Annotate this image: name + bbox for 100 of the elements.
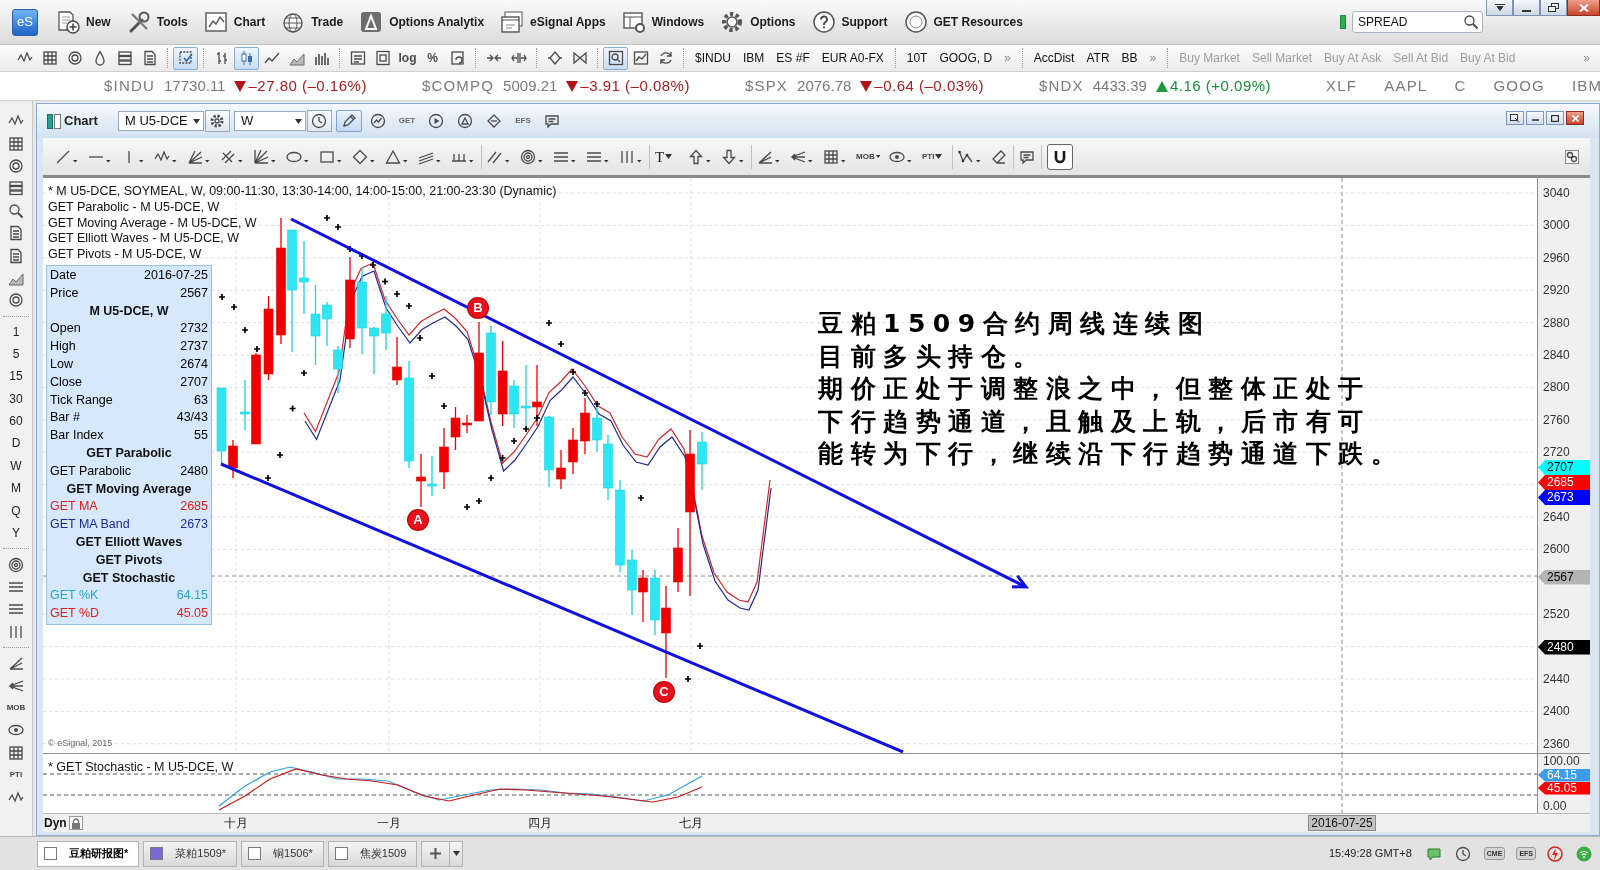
settings-button[interactable] — [204, 110, 230, 132]
menu-item[interactable]: eSignal Apps — [492, 5, 614, 39]
interval-button[interactable]: 1 — [0, 320, 32, 343]
symbol-dropdown[interactable]: M U5-DCE — [117, 111, 204, 131]
close-button[interactable] — [1567, 0, 1600, 16]
rhombus-line-icon[interactable] — [485, 113, 502, 129]
angle-icon[interactable] — [8, 655, 24, 672]
wifi-icon[interactable] — [1576, 845, 1592, 862]
histogram-icon[interactable] — [313, 50, 330, 66]
concentric-circles-icon[interactable] — [8, 556, 24, 573]
restore-button[interactable] — [1506, 111, 1524, 125]
interval-button[interactable]: 15 — [0, 365, 32, 388]
study-link[interactable]: AccDist — [1027, 50, 1081, 66]
toolbar-button[interactable]: % — [420, 46, 445, 70]
play-icon[interactable] — [427, 113, 444, 129]
study-link[interactable]: ATR — [1080, 50, 1116, 66]
refresh-icon[interactable] — [657, 50, 674, 66]
page-refresh-icon[interactable] — [449, 50, 466, 66]
interval-button[interactable]: Y — [0, 522, 32, 545]
fan-grid-icon[interactable] — [253, 148, 277, 165]
link-icon[interactable] — [1564, 148, 1580, 165]
toolbar-button[interactable]: PTI — [922, 147, 946, 166]
collapse-button[interactable] — [1486, 0, 1513, 16]
eraser-icon[interactable] — [991, 148, 1007, 165]
chart-frame-icon[interactable] — [632, 50, 649, 66]
minimize-button[interactable] — [1526, 111, 1544, 125]
ticker-symbol[interactable]: $NDX — [1038, 77, 1084, 95]
chart-tab[interactable]: 铜1506* — [241, 840, 324, 867]
stack-icon[interactable] — [8, 180, 24, 197]
axis-mode-label[interactable]: Dyn — [44, 816, 67, 831]
speech-bubble-icon[interactable] — [1019, 148, 1035, 165]
crossed-lines-icon[interactable] — [220, 148, 244, 165]
ticker-symbol[interactable]: GOOG — [1493, 77, 1545, 95]
arrow-fan-icon[interactable] — [8, 677, 24, 694]
up-arrow-icon[interactable] — [688, 148, 712, 165]
toolbar-button[interactable]: PTI — [0, 763, 32, 787]
menu-item[interactable]: Tools — [118, 5, 196, 39]
toolbar-button[interactable] — [1047, 143, 1073, 170]
chart-tab[interactable]: 豆粕研报图* — [37, 840, 140, 867]
document-icon[interactable] — [141, 50, 158, 66]
page-link[interactable]: GOOG, D — [933, 50, 999, 66]
menu-item[interactable]: Support — [803, 5, 896, 39]
toolbar-button[interactable]: MOB — [0, 696, 32, 720]
menu-item[interactable]: GET Resources — [895, 5, 1031, 39]
toolbar-button[interactable]: MOB — [856, 147, 880, 166]
fan-lines-icon[interactable] — [187, 148, 211, 165]
down-arrow-icon[interactable] — [721, 148, 745, 165]
ticker-symbol[interactable]: $INDU — [104, 77, 155, 95]
page-link[interactable]: 10T — [900, 50, 934, 66]
maximize-button[interactable] — [1546, 111, 1564, 125]
tab-menu-button[interactable] — [450, 840, 464, 867]
interval-button[interactable]: 60 — [0, 410, 32, 433]
bowtie-icon[interactable] — [571, 50, 588, 66]
toolbar-button[interactable]: EFS — [509, 110, 536, 132]
add-tab-button[interactable] — [421, 840, 451, 867]
vertical-lines-icon[interactable] — [619, 148, 643, 165]
menu-item[interactable]: Windows — [613, 5, 713, 39]
concentric-circles-icon[interactable] — [520, 148, 544, 165]
search-icon[interactable] — [8, 202, 24, 219]
diamond-icon[interactable] — [546, 50, 563, 66]
ticker-symbol[interactable]: $COMPQ — [421, 77, 495, 95]
toolbar-button[interactable] — [603, 46, 628, 70]
toolbar-button[interactable]: T — [655, 147, 679, 166]
interval-button[interactable]: 30 — [0, 387, 32, 411]
grid-icon[interactable] — [823, 148, 847, 165]
grid-icon[interactable] — [41, 50, 58, 66]
toolbar-button[interactable] — [335, 110, 362, 132]
vertical-lines-icon[interactable] — [8, 623, 24, 640]
time-button[interactable] — [306, 110, 332, 132]
search-field[interactable]: SPREAD — [1352, 11, 1483, 33]
lightning-icon[interactable] — [1547, 845, 1563, 862]
menu-item[interactable]: Options Analytix — [351, 5, 493, 39]
interval-button[interactable]: W — [0, 454, 32, 478]
arrow-fan-icon[interactable] — [790, 148, 814, 165]
interval-button[interactable]: M — [0, 477, 32, 500]
lock-button[interactable] — [69, 816, 83, 830]
zigzag-icon[interactable] — [154, 148, 178, 165]
line-chart-icon[interactable] — [263, 50, 280, 66]
symbol-link[interactable]: IBM — [737, 50, 771, 66]
close-button[interactable] — [1566, 111, 1584, 125]
zigzag-points-icon[interactable] — [958, 148, 982, 165]
diagonal-line-icon[interactable] — [55, 148, 79, 165]
grid-icon[interactable] — [8, 135, 24, 152]
symbol-link[interactable]: EUR A0-FX — [815, 50, 890, 66]
interval-button[interactable]: Q — [0, 499, 32, 523]
coin-icon[interactable] — [8, 157, 24, 174]
ticker-symbol[interactable]: C — [1454, 77, 1467, 95]
ticker-symbol[interactable]: $SPX — [744, 77, 789, 95]
menu-item[interactable]: New — [48, 5, 119, 39]
coin-icon[interactable] — [66, 50, 83, 66]
page-frame-icon[interactable] — [374, 50, 391, 66]
document-icon[interactable] — [8, 225, 24, 242]
interval-button[interactable]: 5 — [0, 342, 32, 366]
chart-tab[interactable]: 焦炭1509 — [327, 840, 418, 867]
menu-item[interactable]: Trade — [273, 5, 352, 39]
rectangle-icon[interactable] — [319, 148, 343, 165]
clock-icon[interactable] — [1454, 845, 1471, 862]
horizontal-lines-icon[interactable] — [8, 579, 24, 595]
symbol-link[interactable]: ES #F — [770, 50, 816, 66]
symbol-link[interactable]: $INDU — [689, 50, 737, 66]
